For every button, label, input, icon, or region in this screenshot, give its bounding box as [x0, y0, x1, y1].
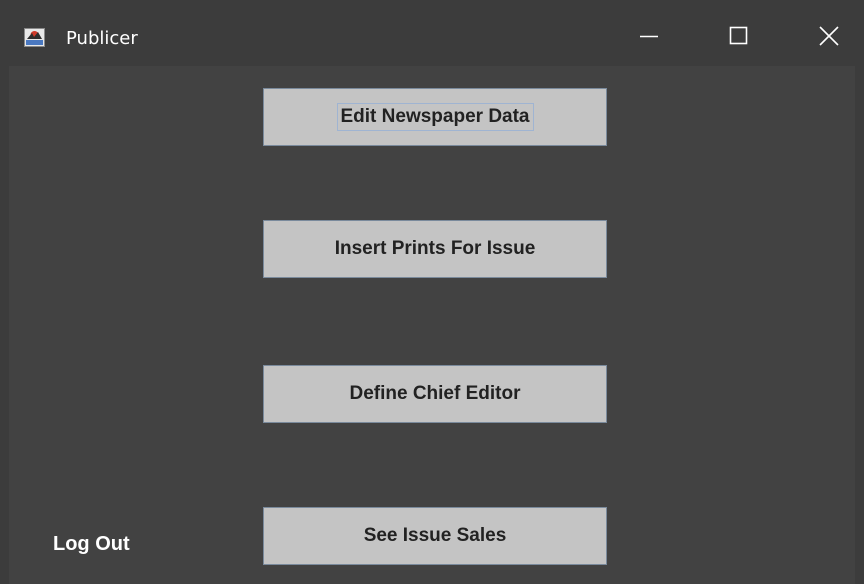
insert-prints-for-issue-button[interactable]: Insert Prints For Issue — [263, 220, 607, 278]
app-window: Publicer Edit Newspaper Data Insert Prin… — [0, 0, 864, 584]
window-title: Publicer — [66, 28, 138, 49]
insert-prints-for-issue-label: Insert Prints For Issue — [334, 238, 536, 259]
define-chief-editor-label: Define Chief Editor — [349, 383, 521, 404]
java-app-icon — [24, 28, 45, 47]
logout-link[interactable]: Log Out — [53, 532, 130, 556]
close-icon — [819, 26, 839, 46]
main-panel: Edit Newspaper Data Insert Prints For Is… — [9, 66, 855, 584]
edit-newspaper-data-button[interactable]: Edit Newspaper Data — [263, 88, 607, 146]
title-bar[interactable]: Publicer — [0, 0, 864, 66]
minimize-button[interactable] — [623, 14, 675, 58]
close-button[interactable] — [803, 14, 855, 58]
define-chief-editor-button[interactable]: Define Chief Editor — [263, 365, 607, 423]
see-issue-sales-label: See Issue Sales — [363, 525, 507, 546]
maximize-button[interactable] — [713, 14, 765, 58]
see-issue-sales-button[interactable]: See Issue Sales — [263, 507, 607, 565]
edit-newspaper-data-label: Edit Newspaper Data — [336, 103, 534, 131]
minimize-icon — [640, 35, 658, 38]
maximize-icon — [729, 26, 748, 45]
